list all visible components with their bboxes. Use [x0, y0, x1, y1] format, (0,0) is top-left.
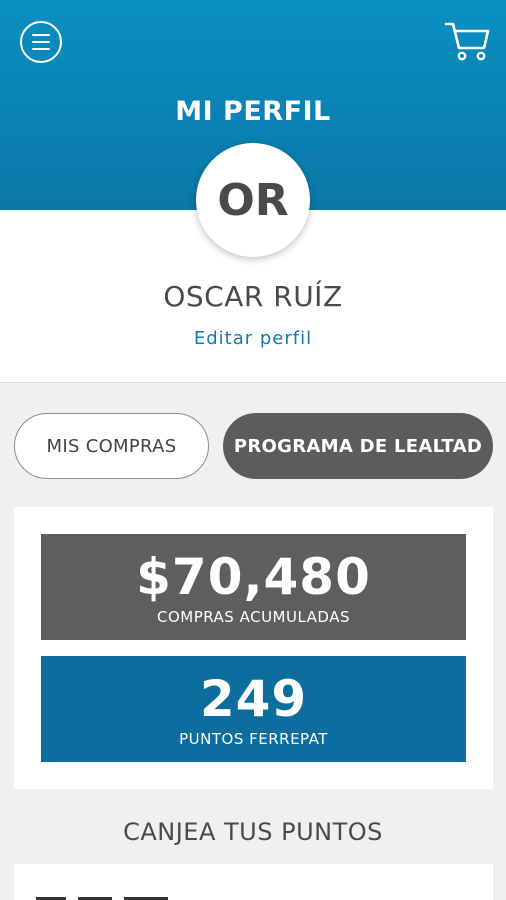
rewards-card[interactable] — [14, 864, 493, 900]
compras-label: COMPRAS ACUMULADAS — [156, 608, 351, 626]
loyalty-stats-card: $70,480 COMPRAS ACUMULADAS 249 PUNTOS FE… — [14, 507, 493, 789]
edit-profile-link[interactable]: Editar perfil — [0, 328, 506, 349]
programa-lealtad-button[interactable]: PROGRAMA DE LEALTAD — [223, 413, 493, 479]
puntos-label: PUNTOS FERREPAT — [179, 730, 328, 748]
puntos-value: 249 — [199, 670, 308, 728]
rewards-section-title: CANJEA TUS PUNTOS — [123, 818, 383, 846]
compras-value: $70,480 — [136, 548, 371, 606]
menu-icon[interactable] — [20, 21, 62, 63]
avatar: OR — [196, 143, 310, 257]
page-title: MI PERFIL — [175, 96, 331, 127]
puntos-box: 249 PUNTOS FERREPAT — [41, 656, 466, 762]
mis-compras-button[interactable]: MIS COMPRAS — [14, 413, 209, 479]
user-name: OSCAR RUÍZ — [163, 280, 343, 313]
cart-icon[interactable] — [444, 20, 490, 62]
compras-acumuladas-box: $70,480 COMPRAS ACUMULADAS — [41, 534, 466, 640]
